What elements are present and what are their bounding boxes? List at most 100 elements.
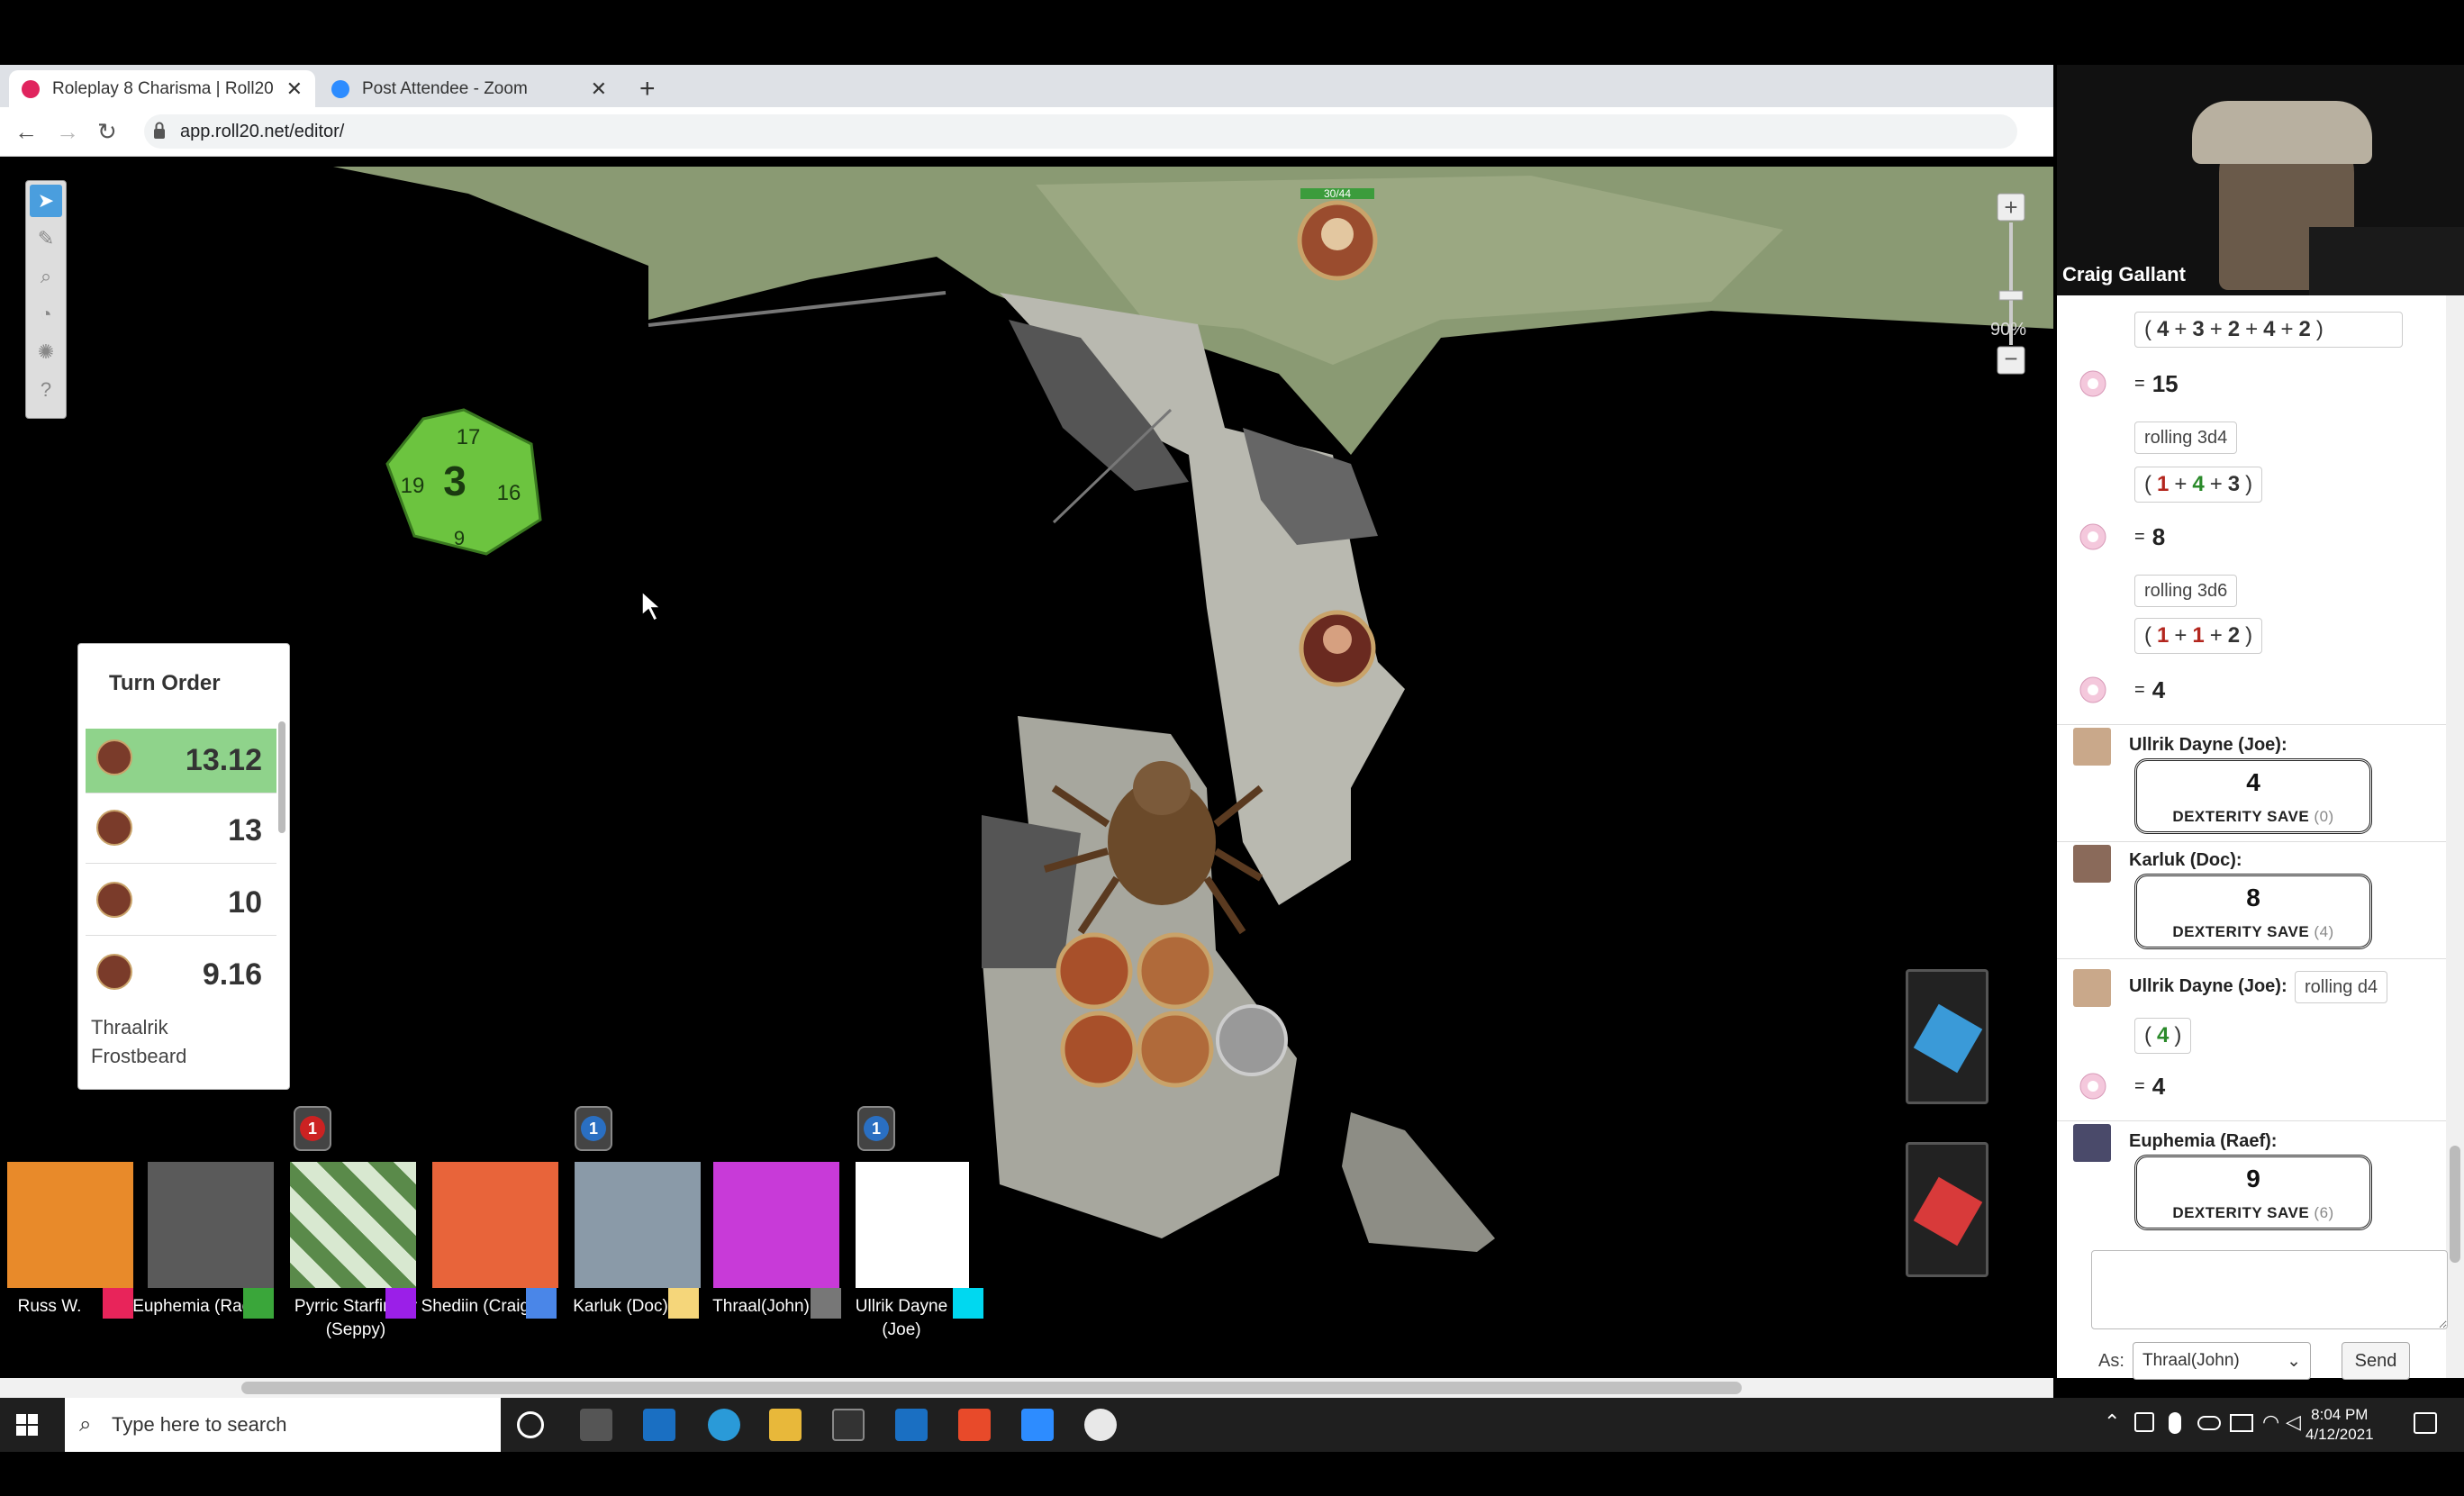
fog-tool-icon[interactable]: ✺ [30, 336, 62, 368]
horizontal-scrollbar[interactable] [0, 1378, 2053, 1398]
svg-text:3: 3 [443, 458, 467, 504]
battery-icon[interactable] [2230, 1414, 2253, 1432]
dell-icon[interactable] [643, 1409, 675, 1441]
player-avatar-ullrik[interactable] [856, 1162, 969, 1288]
meet-now-icon[interactable] [2134, 1412, 2154, 1432]
token-dwarf[interactable] [1297, 200, 1378, 281]
send-button[interactable]: Send [2342, 1342, 2410, 1380]
measure-tool-icon[interactable]: ◔ [30, 298, 62, 331]
chrome-icon[interactable] [1084, 1409, 1117, 1441]
player-avatar-shediin[interactable] [432, 1162, 558, 1288]
tray-chevron-icon[interactable]: ⌃ [2104, 1410, 2120, 1434]
avatar [2073, 845, 2111, 883]
notifications-icon[interactable] [2414, 1412, 2437, 1434]
windows-start-icon[interactable] [16, 1414, 38, 1436]
turn-value: 13 [228, 813, 262, 848]
office-icon[interactable] [958, 1409, 991, 1441]
turn-order-row[interactable]: 10 [86, 871, 276, 936]
forward-icon[interactable]: → [56, 118, 79, 146]
player-name: Ullrik Dayne (Joe) [855, 1297, 948, 1339]
flower-icon [2079, 370, 2106, 397]
tab-roll20[interactable]: Roleplay 8 Charisma | Roll20 ✕ [9, 70, 315, 107]
tab-label: Roleplay 8 Charisma | Roll20 [52, 78, 274, 98]
player-color-swatch[interactable] [103, 1288, 133, 1319]
card-deck-red[interactable] [1906, 1142, 1988, 1277]
avatar [2073, 728, 2111, 766]
url-field[interactable]: app.roll20.net/editor/ [144, 114, 2017, 149]
roll-label: rolling 3d4 [2134, 422, 2238, 454]
d20-die[interactable]: 3 17 19 16 9 [385, 408, 542, 556]
taskbar-search-box[interactable]: ⌕ Type here to search [65, 1398, 501, 1452]
tab-zoom[interactable]: Post Attendee - Zoom ✕ [319, 70, 620, 107]
roll-dice-box: ( 1 + 1 + 2 ) [2134, 618, 2263, 654]
player-color-swatch[interactable] [526, 1288, 557, 1319]
mail-icon[interactable] [895, 1409, 928, 1441]
chevron-down-icon: ⌄ [2287, 1351, 2301, 1371]
reload-icon[interactable]: ↻ [97, 118, 117, 146]
close-tab-icon[interactable]: ✕ [591, 77, 607, 101]
chat-scrollbar[interactable] [2446, 295, 2464, 1378]
close-tab-icon[interactable]: ✕ [286, 77, 303, 101]
draw-tool-icon[interactable]: ✎ [30, 222, 62, 255]
player-avatar-thraal[interactable] [713, 1162, 839, 1288]
player-color-swatch[interactable] [668, 1288, 699, 1319]
card-deck-blue[interactable] [1906, 969, 1988, 1104]
save-result-box: 9 DEXTERITY SAVE (6) [2134, 1155, 2372, 1230]
player-color-swatch[interactable] [385, 1288, 416, 1319]
microphone-icon[interactable] [2169, 1412, 2181, 1434]
taskbar-clock[interactable]: 8:04 PM 4/12/2021 [2305, 1405, 2374, 1445]
as-label: As: [2098, 1351, 2124, 1371]
roll-total: = 15 [2134, 369, 2179, 397]
chat-log[interactable]: ( 4 + 3 + 2 + 4 + 2 ) = 15 rolling 3d4 ( … [2057, 295, 2446, 1378]
player-badge: 1 [575, 1106, 612, 1151]
clock-time: 8:04 PM [2311, 1406, 2369, 1423]
turn-order-row[interactable]: 13.12 [86, 729, 276, 793]
store-icon[interactable] [832, 1409, 865, 1441]
avatar [96, 882, 132, 918]
task-view-icon[interactable] [580, 1409, 612, 1441]
zoom-app-icon[interactable] [1021, 1409, 1054, 1441]
turn-order-row[interactable]: 13 [86, 799, 276, 864]
zoom-level-label: 90% [1990, 320, 2027, 340]
player-avatar-euphemia[interactable] [148, 1162, 274, 1288]
edge-icon[interactable] [708, 1409, 740, 1441]
cortana-icon[interactable] [517, 1411, 544, 1438]
flower-icon [2079, 523, 2106, 550]
svg-text:17: 17 [457, 425, 481, 449]
turn-order-panel[interactable]: Turn Order 13.12 13 10 9.16 Thraalrik Fr… [77, 643, 290, 1090]
player-avatar-karluk[interactable] [575, 1162, 701, 1288]
turn-value: 9.16 [202, 957, 262, 992]
file-explorer-icon[interactable] [769, 1409, 802, 1441]
back-icon[interactable]: ← [14, 118, 38, 146]
turn-order-name: Thraalrik Frostbeard [91, 1016, 187, 1067]
zoom-tool-icon[interactable]: ⌕ [30, 260, 62, 293]
turn-order-scrollbar[interactable] [278, 721, 285, 833]
onedrive-icon[interactable] [2197, 1416, 2221, 1430]
new-tab-icon[interactable]: + [639, 74, 656, 104]
turn-value: 13.12 [185, 743, 262, 777]
roll20-favicon-icon [22, 79, 40, 98]
avatar [2073, 1124, 2111, 1162]
player-color-swatch[interactable] [243, 1288, 274, 1319]
save-result-box: 4 DEXTERITY SAVE (0) [2134, 758, 2372, 834]
player-color-swatch[interactable] [811, 1288, 841, 1319]
select-tool-icon[interactable]: ➤ [30, 185, 62, 217]
turn-order-row[interactable]: 9.16 [86, 943, 276, 1008]
player-avatar-pyrric[interactable] [290, 1162, 416, 1288]
volume-icon[interactable]: ◁ [2286, 1410, 2301, 1434]
wifi-icon[interactable]: ◠ [2262, 1410, 2279, 1434]
roll-label: rolling 3d6 [2134, 575, 2238, 607]
chat-input[interactable] [2091, 1250, 2448, 1329]
speak-as-select[interactable]: Thraal(John) ⌄ [2133, 1342, 2311, 1380]
player-color-swatch[interactable] [953, 1288, 983, 1319]
token-ranger[interactable] [1299, 610, 1376, 687]
help-tool-icon[interactable]: ? [30, 374, 62, 406]
divider [2057, 1120, 2446, 1121]
scrollbar-thumb[interactable] [241, 1382, 1742, 1394]
svg-text:19: 19 [401, 474, 425, 498]
roll-dice-box: ( 4 ) [2134, 1018, 2192, 1054]
chat-sender: Karluk (Doc): [2129, 850, 2242, 870]
player-avatar-russ[interactable] [7, 1162, 133, 1288]
zoom-favicon-icon [331, 79, 349, 98]
scrollbar-thumb[interactable] [2450, 1146, 2460, 1263]
